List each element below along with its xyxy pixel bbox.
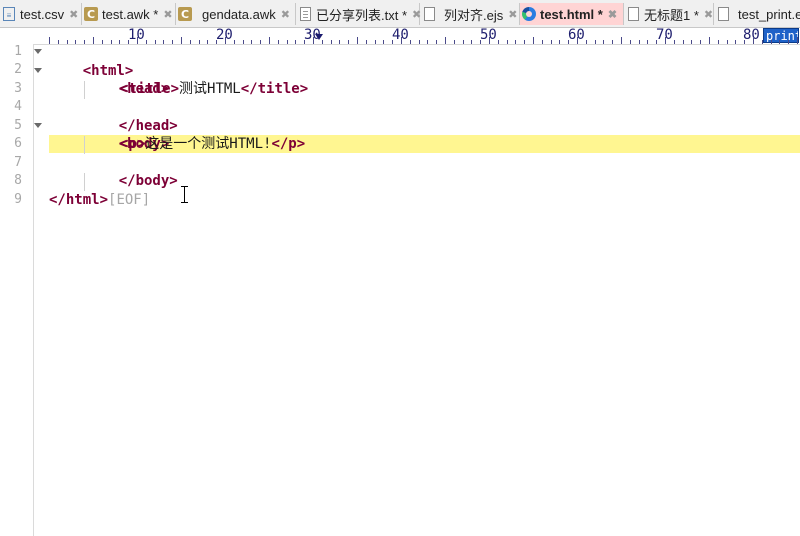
code-line-4: </head> — [85, 99, 178, 134]
code-line-6: <p>这是一个测试HTML!</p> — [120, 135, 305, 153]
ruler-tick — [665, 37, 666, 44]
tab-bar: ≡ test.csv ✖ C test.awk * ✖ C gendata.aw… — [0, 0, 800, 28]
ruler-tick — [753, 37, 754, 44]
tab-test-print[interactable]: test_print.e — [714, 3, 800, 25]
edge-browser-icon — [522, 6, 536, 22]
tab-label: 已分享列表.txt * — [316, 7, 408, 23]
ruler-tick — [137, 37, 138, 44]
ruler-tick — [93, 37, 94, 44]
line-number: 4 — [14, 99, 22, 114]
tab-test-html[interactable]: test.html * ✖ — [520, 3, 624, 25]
tab-shared-list-txt[interactable]: 已分享列表.txt * ✖ — [296, 3, 421, 25]
ruler-tick — [181, 37, 182, 44]
code-editor[interactable]: 1 2 3 4 5 6 7 8 9 <html> <head> <title>测… — [0, 44, 800, 536]
line-number: 9 — [14, 192, 22, 207]
close-tab-icon[interactable]: ✖ — [608, 8, 617, 21]
html-tag: </title> — [240, 81, 309, 97]
tab-label: test.awk * — [102, 6, 159, 22]
code-line-9: </html>[EOF] — [49, 191, 150, 209]
code-line-7: </body> — [85, 154, 178, 189]
fold-toggle-icon[interactable] — [34, 123, 42, 128]
html-tag: <p> — [120, 136, 146, 152]
line-number: 1 — [14, 44, 22, 59]
ruler-tick — [445, 37, 446, 44]
text-content: 这是一个测试HTML! — [145, 136, 272, 152]
line-number: 6 — [14, 136, 22, 151]
ruler-tick — [225, 37, 226, 44]
tab-test-awk[interactable]: C test.awk * ✖ — [82, 3, 176, 25]
ruler-tick — [269, 37, 270, 44]
tab-gendata-awk[interactable]: C gendata.awk ✖ — [176, 3, 296, 25]
ruler-tick — [313, 37, 314, 44]
close-tab-icon[interactable]: ✖ — [163, 8, 172, 21]
blank-file-icon — [716, 6, 730, 22]
line-number: 5 — [14, 118, 22, 133]
tab-untitled-1[interactable]: 无标题1 * ✖ — [624, 3, 714, 25]
text-content: 测试HTML — [179, 81, 241, 97]
fold-toggle-icon[interactable] — [34, 68, 42, 73]
line-number: 3 — [14, 81, 22, 96]
line-number-gutter: 1 2 3 4 5 6 7 8 9 — [0, 44, 34, 536]
tab-label: test.csv — [20, 6, 65, 22]
tab-label: test_print.e — [738, 6, 800, 22]
html-tag: </p> — [271, 136, 306, 152]
eof-marker: [EOF] — [108, 192, 151, 208]
tab-label: test.html * — [540, 6, 603, 22]
close-tab-icon[interactable]: ✖ — [69, 8, 78, 21]
tab-label: 无标题1 * — [644, 7, 699, 23]
text-cursor-icon — [181, 186, 189, 203]
tab-label: gendata.awk — [202, 6, 276, 22]
close-tab-icon[interactable]: ✖ — [704, 8, 713, 21]
line-number: 7 — [14, 155, 22, 170]
fold-toggle-icon[interactable] — [34, 49, 42, 54]
line-number: 8 — [14, 173, 22, 188]
html-tag: <title> — [120, 81, 180, 97]
text-file-icon — [298, 6, 312, 22]
ruler-tick — [357, 37, 358, 44]
ruler-tick — [577, 37, 578, 44]
code-line-2: <head> — [85, 62, 170, 97]
ruler-number: 80 — [743, 27, 760, 43]
html-tag: </body> — [118, 173, 178, 189]
close-tab-icon[interactable]: ✖ — [281, 8, 290, 21]
code-line-1: <html> — [49, 44, 134, 79]
tab-label: 列对齐.ejs — [444, 7, 504, 23]
c-file-icon: C — [84, 6, 98, 22]
code-line-3: <title>测试HTML</title> — [120, 80, 308, 98]
ruler-tick — [709, 37, 710, 44]
csv-file-icon: ≡ — [2, 6, 16, 22]
line-number: 2 — [14, 62, 22, 77]
ruler-tick — [401, 37, 402, 44]
ruler-tick — [621, 37, 622, 44]
close-tab-icon[interactable]: ✖ — [508, 8, 517, 21]
function-name-box[interactable]: printf — [763, 28, 799, 43]
column-ruler: 10 20 30 40 50 60 70 80 printf — [0, 27, 800, 45]
ruler-tick — [49, 37, 50, 44]
tab-test-csv[interactable]: ≡ test.csv ✖ — [0, 3, 82, 25]
blank-file-icon — [626, 6, 640, 22]
ruler-tick — [489, 37, 490, 44]
ruler-tick — [533, 37, 534, 44]
c-file-icon: C — [178, 6, 192, 22]
code-line-5: <body> — [85, 117, 170, 152]
blank-file-icon — [422, 6, 436, 22]
tab-column-align-ejs[interactable]: 列对齐.ejs ✖ — [420, 3, 520, 25]
ruler-tick — [797, 37, 798, 44]
html-tag: </html> — [49, 192, 109, 208]
